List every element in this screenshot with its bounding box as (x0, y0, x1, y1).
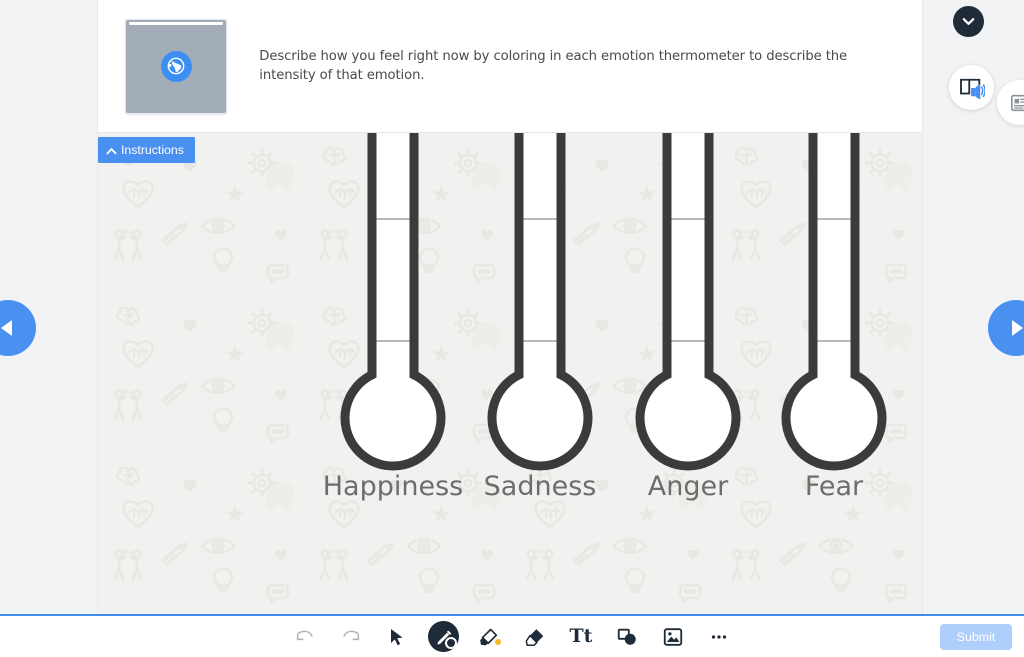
instructions-tab[interactable]: Instructions (98, 137, 195, 163)
thermometer[interactable]: Anger (635, 133, 741, 502)
triangle-right-icon (1012, 320, 1023, 336)
eraser-icon (525, 628, 544, 646)
thermometer-body[interactable] (640, 133, 736, 466)
thermometer-label: Sadness (484, 471, 597, 502)
activity-page: Describe how you feel right now by color… (0, 0, 1024, 657)
thermometer-label: Anger (648, 471, 729, 502)
collapse-button[interactable] (953, 6, 984, 37)
redo-icon (343, 630, 360, 640)
drawing-canvas[interactable]: Happiness Sadness Anger Fear (98, 133, 922, 614)
thermometer-label: Fear (805, 471, 864, 502)
cursor-icon (391, 628, 403, 645)
thermometer-body[interactable] (786, 133, 882, 466)
pen-icon (427, 621, 459, 652)
ellipsis-icon (711, 634, 727, 639)
drawing-toolbar: Tt Submit (0, 614, 1024, 657)
shapes-icon (617, 628, 636, 645)
prev-page-button[interactable] (0, 300, 36, 356)
prompt-thumbnail[interactable] (125, 18, 228, 114)
pen-tool[interactable] (420, 617, 466, 657)
more-tools-button[interactable] (696, 617, 742, 657)
thermometer-group[interactable]: Happiness Sadness Anger Fear (98, 133, 922, 614)
globe-icon (160, 50, 192, 82)
thermometer-body[interactable] (492, 133, 588, 466)
image-icon (663, 627, 683, 646)
select-tool[interactable] (374, 617, 420, 657)
document-list-icon (1010, 94, 1024, 111)
shapes-tool[interactable] (604, 617, 650, 657)
thermometer[interactable]: Sadness (484, 133, 597, 502)
text-tool[interactable]: Tt (558, 617, 604, 657)
thermometer[interactable]: Fear (781, 133, 887, 502)
eraser-tool[interactable] (512, 617, 558, 657)
notes-button[interactable] (997, 80, 1024, 125)
highlighter-color-dot (495, 638, 501, 645)
thermometer-body[interactable] (345, 133, 441, 466)
highlighter-tool[interactable] (466, 617, 512, 657)
chevron-down-icon (962, 18, 975, 25)
undo-icon (296, 630, 313, 640)
next-page-button[interactable] (988, 300, 1024, 356)
undo-button[interactable] (282, 617, 328, 657)
text-tt-icon: Tt (569, 625, 593, 647)
thermometer-label: Happiness (323, 471, 463, 502)
book-speaker-icon (959, 78, 985, 99)
read-aloud-button[interactable] (949, 65, 994, 110)
prompt-text: Describe how you feel right now by color… (259, 48, 848, 83)
image-tool[interactable] (650, 617, 696, 657)
thermometer[interactable]: Happiness (323, 133, 463, 502)
prompt-header: Describe how you feel right now by color… (98, 0, 922, 133)
activity-card: Describe how you feel right now by color… (98, 0, 922, 614)
triangle-left-icon (1, 320, 12, 336)
instructions-tab-label: Instructions (121, 143, 184, 157)
chevron-up-icon (106, 146, 117, 157)
submit-button[interactable]: Submit (940, 623, 1012, 650)
redo-button[interactable] (328, 617, 374, 657)
highlighter-icon (478, 626, 501, 648)
